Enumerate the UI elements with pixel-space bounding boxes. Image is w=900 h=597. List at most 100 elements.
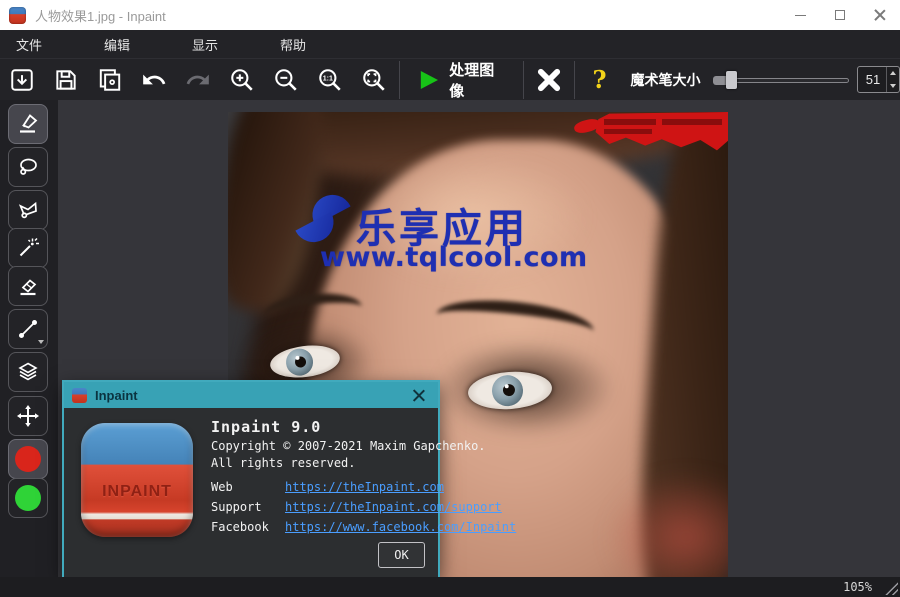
marker-icon [16, 112, 40, 136]
inpaint-logo-icon [9, 7, 26, 24]
magic-wand-tool-button[interactable] [8, 228, 48, 268]
menu-help[interactable]: 帮助 [270, 31, 316, 58]
redo-button[interactable] [176, 60, 220, 100]
polygon-lasso-icon [16, 198, 40, 222]
cancel-button[interactable] [527, 60, 571, 100]
facebook-link[interactable]: https://www.facebook.com/Inpaint [285, 520, 516, 534]
inpaint-app-icon: INPAINT [81, 423, 193, 537]
app-icon-word: INPAINT [102, 483, 172, 501]
obscured-watermark-text [604, 129, 652, 134]
compare-eye-icon [97, 67, 123, 93]
svg-text:1:1: 1:1 [323, 75, 333, 82]
open-button[interactable] [0, 60, 44, 100]
menu-view[interactable]: 显示 [182, 31, 228, 58]
help-question-icon: ? [592, 65, 606, 94]
close-button[interactable] [860, 0, 900, 30]
magic-wand-icon [16, 236, 40, 260]
watermark-url-text: www.tqlcool.com [320, 242, 588, 273]
toolbar: 1:1 处理图像 ? 魔术笔大小 [0, 58, 900, 100]
link-label: Web [211, 480, 285, 494]
brush-size-input[interactable]: 51 [858, 67, 886, 92]
brush-size-slider[interactable] [713, 70, 843, 90]
save-button[interactable] [44, 60, 88, 100]
titlebar: 人物效果1.jpg - Inpaint [0, 0, 900, 30]
spin-down-button[interactable] [887, 80, 899, 93]
maximize-button[interactable] [820, 0, 860, 30]
zoom-out-icon [273, 67, 299, 93]
inpaint-window: 人物效果1.jpg - Inpaint 文件 编辑 显示 帮助 [0, 0, 900, 597]
ok-button[interactable]: OK [378, 542, 425, 568]
workspace: 乐享应用 www.tqlcool.com Inpaint INPAINT Inp… [0, 100, 900, 577]
open-icon [9, 67, 35, 93]
toolbar-separator [574, 61, 575, 99]
brush-size-label: 魔术笔大小 [631, 70, 701, 90]
menubar: 文件 编辑 显示 帮助 [0, 30, 900, 58]
marker-tool-button[interactable] [8, 104, 48, 144]
window-title: 人物效果1.jpg - Inpaint [35, 6, 166, 25]
dialog-titlebar[interactable]: Inpaint [64, 382, 438, 408]
menu-edit[interactable]: 编辑 [94, 31, 140, 58]
dropdown-arrow-icon [38, 340, 44, 344]
zoom-actual-size-button[interactable]: 1:1 [308, 60, 352, 100]
polygon-lasso-tool-button[interactable] [8, 190, 48, 230]
green-marker-color-button[interactable] [8, 478, 48, 518]
about-dialog: Inpaint INPAINT Inpaint 9.0 Copyright © … [62, 380, 440, 577]
maximize-icon [835, 10, 845, 20]
about-text-block: Inpaint 9.0 Copyright © 2007-2021 Maxim … [211, 418, 428, 534]
app-name-version: Inpaint 9.0 [211, 418, 428, 436]
toolbar-separator [523, 61, 524, 99]
process-image-button[interactable]: 处理图像 [403, 60, 520, 100]
undo-icon [141, 67, 167, 93]
zoom-in-icon [229, 67, 255, 93]
spin-arrows [886, 67, 899, 92]
spin-up-button[interactable] [887, 67, 899, 80]
chevron-down-icon [890, 84, 896, 88]
copyright-line: Copyright © 2007-2021 Maxim Gapchenko. [211, 439, 428, 453]
copyright-line: All rights reserved. [211, 456, 428, 470]
link-row-web: Web https://theInpaint.com [211, 480, 428, 494]
zoom-1to1-icon: 1:1 [317, 67, 343, 93]
cancel-x-icon [535, 66, 563, 94]
move-icon [16, 404, 40, 428]
red-marker-color-button[interactable] [8, 439, 48, 479]
zoom-fit-button[interactable] [352, 60, 396, 100]
chevron-up-icon [890, 71, 896, 75]
close-icon [874, 9, 886, 21]
link-label: Facebook [211, 520, 285, 534]
menu-file[interactable]: 文件 [6, 31, 52, 58]
play-icon [417, 68, 440, 92]
help-button[interactable]: ? [578, 60, 620, 100]
statusbar: 105% [0, 577, 900, 597]
guide-line-tool-button[interactable] [8, 309, 48, 349]
support-link[interactable]: https://theInpaint.com/support [285, 500, 502, 514]
resize-grip[interactable] [883, 580, 898, 595]
inpaint-logo-icon [72, 388, 87, 403]
obscured-watermark-text [604, 119, 656, 125]
zoom-level-value: 105% [843, 580, 872, 594]
red-color-swatch [15, 446, 41, 472]
save-icon [53, 67, 79, 93]
layers-tool-button[interactable] [8, 352, 48, 392]
slider-thumb[interactable] [726, 71, 737, 89]
zoom-out-button[interactable] [264, 60, 308, 100]
obscured-watermark-text [662, 119, 722, 125]
eraser-tool-button[interactable] [8, 266, 48, 306]
watermark-logo-icon [298, 196, 348, 248]
window-controls [780, 0, 900, 30]
lasso-tool-button[interactable] [8, 147, 48, 187]
zoom-in-button[interactable] [220, 60, 264, 100]
layers-icon [16, 360, 40, 384]
link-label: Support [211, 500, 285, 514]
undo-button[interactable] [132, 60, 176, 100]
move-tool-button[interactable] [8, 396, 48, 436]
line-tool-icon [16, 317, 40, 341]
dialog-close-button[interactable] [408, 385, 430, 405]
minimize-button[interactable] [780, 0, 820, 30]
brush-size-spinbox: 51 [857, 66, 900, 93]
eraser-icon [16, 274, 40, 298]
preview-compare-button[interactable] [88, 60, 132, 100]
zoom-fit-icon [361, 67, 387, 93]
toolbar-separator [399, 61, 400, 99]
link-row-facebook: Facebook https://www.facebook.com/Inpain… [211, 520, 428, 534]
web-link[interactable]: https://theInpaint.com [285, 480, 444, 494]
